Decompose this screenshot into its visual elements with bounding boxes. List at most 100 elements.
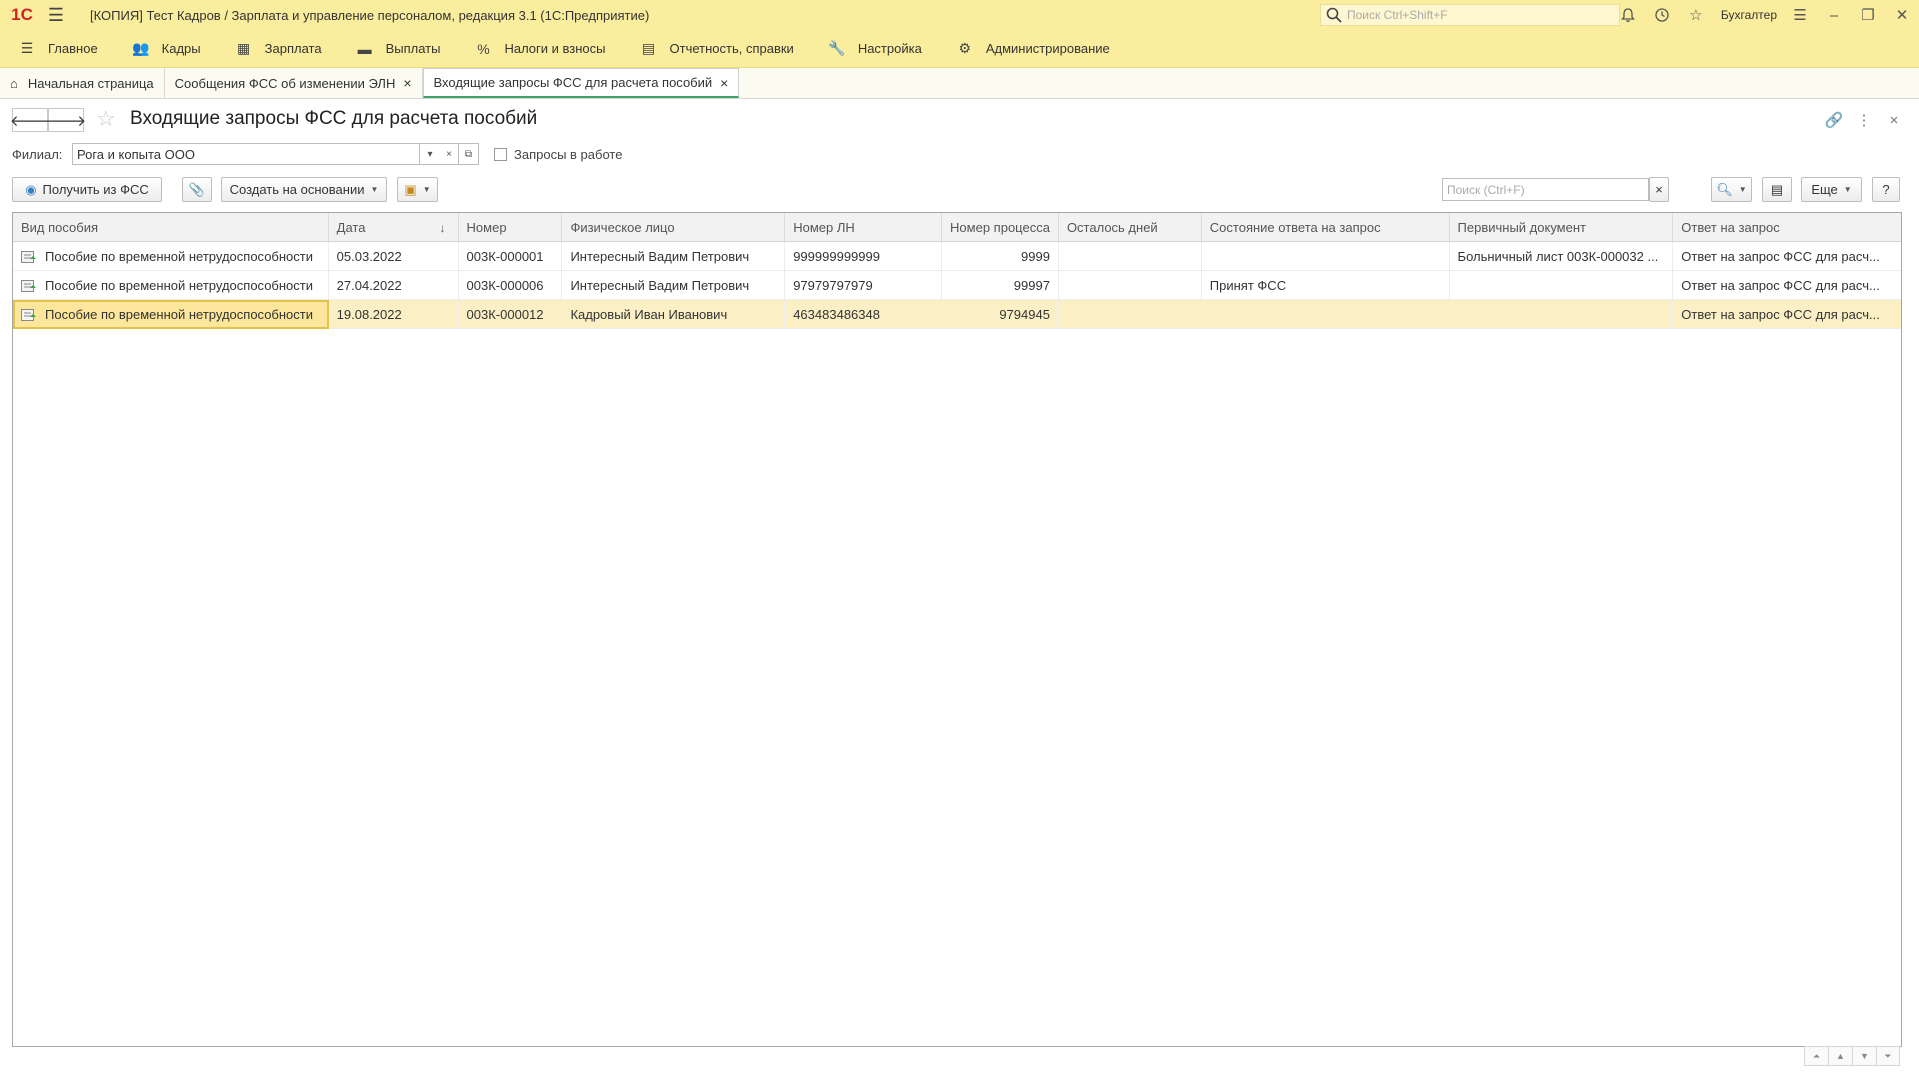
- 1c-logo: 1С: [11, 5, 33, 24]
- cell-benefit-type[interactable]: Пособие по временной нетрудоспособности: [13, 271, 329, 300]
- table-row-selected[interactable]: Пособие по временной нетрудоспособности …: [13, 300, 1901, 329]
- cell-number[interactable]: 003К-000001: [459, 242, 563, 271]
- attachment-button[interactable]: 📎: [182, 177, 212, 202]
- column-header[interactable]: Номер ЛН: [785, 213, 943, 242]
- home-icon: ⌂: [10, 75, 18, 91]
- column-header-label: Дата: [336, 220, 366, 235]
- table-row[interactable]: Пособие по временной нетрудоспособности …: [13, 271, 1901, 300]
- print-menu-button[interactable]: ▣ ▼: [397, 177, 438, 202]
- section-admin[interactable]: ⚙ Администрирование: [938, 30, 1126, 68]
- cell-process-number[interactable]: 9794945: [942, 300, 1059, 329]
- filial-clear-icon[interactable]: ×: [439, 143, 460, 165]
- cell-number[interactable]: 003К-000012: [459, 300, 563, 329]
- section-salary[interactable]: ▦ Зарплата: [217, 30, 338, 68]
- cell-primary-document[interactable]: Больничный лист 003К-000032 ...: [1450, 242, 1674, 271]
- column-header[interactable]: Вид пособия: [13, 213, 329, 242]
- cell-person[interactable]: Интересный Вадим Петрович: [562, 271, 786, 300]
- back-button[interactable]: 🡐: [10, 108, 50, 132]
- current-user[interactable]: Бухгалтер: [1721, 8, 1777, 22]
- filial-field[interactable]: Рога и копыта ООО: [72, 143, 420, 165]
- scroll-to-bottom-icon[interactable]: ⏷: [1876, 1046, 1900, 1066]
- minimize-icon[interactable]: –: [1817, 0, 1851, 30]
- filial-dropdown-icon[interactable]: ▾: [420, 143, 441, 165]
- cell-date[interactable]: 05.03.2022: [329, 242, 459, 271]
- tab-fss-eln-messages[interactable]: Сообщения ФСС об изменении ЭЛН ×: [164, 68, 423, 98]
- scroll-down-icon[interactable]: ▼: [1852, 1046, 1876, 1066]
- section-label: Главное: [48, 41, 98, 56]
- scroll-to-top-icon[interactable]: ⏶: [1804, 1046, 1828, 1066]
- scroll-up-icon[interactable]: ▲: [1828, 1046, 1852, 1066]
- section-hr[interactable]: 👥 Кадры: [114, 30, 217, 68]
- forward-button[interactable]: 🡒: [46, 108, 86, 132]
- cell-process-number[interactable]: 9999: [942, 242, 1059, 271]
- link-icon[interactable]: 🔗: [1822, 108, 1846, 132]
- favorite-star-icon[interactable]: ☆: [96, 106, 116, 132]
- restore-icon[interactable]: ❐: [1851, 0, 1885, 30]
- section-taxes[interactable]: % Налоги и взносы: [456, 30, 621, 68]
- more-button[interactable]: Еще ▼: [1801, 177, 1862, 202]
- settings-menu-icon[interactable]: ☰: [1783, 0, 1817, 30]
- report-structure-button[interactable]: ▤: [1762, 177, 1792, 202]
- window-title: [КОПИЯ] Тест Кадров / Зарплата и управле…: [90, 7, 650, 23]
- section-main[interactable]: ☰ Главное: [0, 30, 114, 68]
- table-row[interactable]: Пособие по временной нетрудоспособности …: [13, 242, 1901, 271]
- column-header[interactable]: Номер процесса: [942, 213, 1059, 242]
- cell-benefit-type[interactable]: Пособие по временной нетрудоспособности: [13, 242, 329, 271]
- sections-panel: ☰ Главное 👥 Кадры ▦ Зарплата ▬ Выплаты % Нало…: [0, 30, 1919, 68]
- cell-response-state[interactable]: [1202, 242, 1450, 271]
- cell-date[interactable]: 19.08.2022: [329, 300, 459, 329]
- tab-fss-incoming-requests[interactable]: Входящие запросы ФСС для расчета пособий…: [422, 68, 740, 98]
- requests-table[interactable]: Вид пособия Дата ↓ Номер Физическое лицо …: [12, 212, 1902, 1047]
- column-header[interactable]: Физическое лицо: [562, 213, 786, 242]
- column-header[interactable]: Состояние ответа на запрос: [1202, 213, 1450, 242]
- column-header[interactable]: Первичный документ: [1450, 213, 1674, 242]
- cell-primary-document[interactable]: [1450, 271, 1674, 300]
- section-reports[interactable]: ▤ Отчетность, справки: [622, 30, 810, 68]
- close-window-icon[interactable]: ✕: [1885, 0, 1919, 30]
- cell-number[interactable]: 003К-000006: [459, 271, 563, 300]
- help-button[interactable]: ?: [1872, 177, 1900, 202]
- main-menu-icon[interactable]: ☰: [44, 0, 68, 30]
- cell-response-state[interactable]: Принят ФСС: [1202, 271, 1450, 300]
- section-settings[interactable]: 🔧 Настройка: [810, 30, 938, 68]
- cell-response[interactable]: Ответ на запрос ФСС для расч...: [1673, 242, 1901, 271]
- global-search-input[interactable]: Поиск Ctrl+Shift+F: [1320, 4, 1620, 26]
- cell-person[interactable]: Кадровый Иван Иванович: [562, 300, 786, 329]
- list-search-input[interactable]: Поиск (Ctrl+F): [1442, 178, 1649, 201]
- cell-days-left[interactable]: [1059, 271, 1202, 300]
- cell-primary-document[interactable]: [1450, 300, 1674, 329]
- cell-process-number[interactable]: 99997: [942, 271, 1059, 300]
- search-options-button[interactable]: 🔍︎ ▼: [1711, 177, 1752, 202]
- cell-ln-number[interactable]: 97979797979: [785, 271, 943, 300]
- history-icon[interactable]: [1645, 0, 1679, 30]
- close-form-icon[interactable]: ×: [1882, 108, 1906, 132]
- column-header[interactable]: Номер: [459, 213, 563, 242]
- create-based-on-button[interactable]: Создать на основании ▼: [221, 177, 387, 202]
- in-work-checkbox[interactable]: [494, 148, 507, 161]
- close-tab-icon[interactable]: ×: [720, 75, 728, 91]
- cell-ln-number[interactable]: 463483486348: [785, 300, 943, 329]
- close-tab-icon[interactable]: ×: [403, 75, 411, 91]
- cell-days-left[interactable]: [1059, 300, 1202, 329]
- cell-response[interactable]: Ответ на запрос ФСС для расч...: [1673, 271, 1901, 300]
- cell-date[interactable]: 27.04.2022: [329, 271, 459, 300]
- column-header-date[interactable]: Дата ↓: [329, 213, 459, 242]
- cell-benefit-type[interactable]: Пособие по временной нетрудоспособности: [13, 300, 329, 329]
- cell-person[interactable]: Интересный Вадим Петрович: [562, 242, 786, 271]
- search-clear-button[interactable]: ×: [1649, 177, 1669, 202]
- cell-days-left[interactable]: [1059, 242, 1202, 271]
- cell-ln-number[interactable]: 999999999999: [785, 242, 943, 271]
- tab-home[interactable]: ⌂ Начальная страница: [0, 68, 165, 98]
- sort-arrow-down-icon: ↓: [439, 220, 446, 235]
- bell-icon[interactable]: [1611, 0, 1645, 30]
- column-header[interactable]: Ответ на запрос: [1673, 213, 1901, 242]
- cell-response-state[interactable]: [1202, 300, 1450, 329]
- favorites-star-icon[interactable]: ☆: [1679, 0, 1713, 30]
- section-payments[interactable]: ▬ Выплаты: [338, 30, 457, 68]
- in-work-label[interactable]: Запросы в работе: [514, 147, 622, 162]
- filial-open-icon[interactable]: ⧉: [458, 143, 479, 165]
- get-from-fss-button[interactable]: ◉ Получить из ФСС: [12, 177, 162, 202]
- cell-response[interactable]: Ответ на запрос ФСС для расч...: [1673, 300, 1901, 329]
- column-header[interactable]: Осталось дней: [1059, 213, 1202, 242]
- more-vertical-icon[interactable]: ⋮: [1852, 108, 1876, 132]
